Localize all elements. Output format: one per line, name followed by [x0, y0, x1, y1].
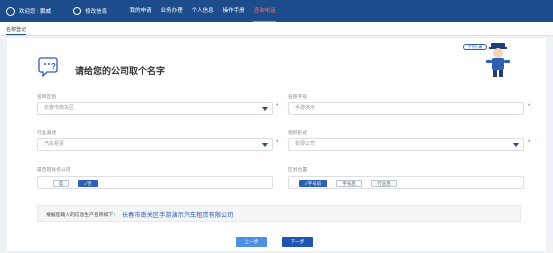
breadcrumb-bar: 名称登记 [0, 22, 553, 36]
trade-name-value: 手游演示 [295, 105, 316, 111]
required-mark: * [528, 104, 531, 110]
name-registration-card: ? 请给您的公司取个名字 干货小编 名称区划 长春市南关区 * 名称字号 手游演… [7, 38, 546, 251]
chevron-down-icon [262, 143, 268, 147]
edit-info-link[interactable]: 修改信息 [73, 7, 107, 15]
edit-info-text: 修改信息 [85, 9, 108, 15]
region-select[interactable]: 长春市南关区 [37, 102, 273, 115]
page-title: 请给您的公司取个名字 [75, 66, 166, 76]
police-mascot-icon [486, 43, 510, 77]
prev-step-button[interactable]: 上一步 [236, 237, 267, 247]
generated-company-name: 长春市南关区手游演示汽车租赁有限公司 [122, 212, 234, 219]
province-label: 是否冠省名公司 [37, 168, 71, 173]
nav-my-applications[interactable]: 我的申请 [125, 0, 156, 22]
required-mark: * [276, 104, 279, 110]
question-chat-icon: ? [38, 57, 58, 77]
trade-name-label: 名称字号 [288, 95, 308, 100]
province-no-button[interactable]: ✓否 [78, 179, 98, 187]
industry-value: 汽车租赁 [44, 141, 65, 147]
org-form-value: 有限公司 [295, 141, 316, 147]
chevron-down-icon [513, 143, 519, 147]
nav-links: 我的申请 业务办理 个人信息 操作手册 咨询电话 [125, 0, 280, 22]
position-industry-button[interactable]: 行业后 [371, 179, 397, 187]
nav-hotline[interactable]: 咨询电话 [249, 0, 280, 22]
nav-personal-info[interactable]: 个人信息 [187, 0, 218, 22]
edit-icon [73, 7, 82, 15]
nav-manual[interactable]: 操作手册 [218, 0, 249, 22]
position-label: 区划位置 [288, 168, 308, 173]
user-greeting-text: 欢迎您 : 鹏威 [19, 9, 52, 15]
top-nav: 欢迎您 : 鹏威 修改信息 我的申请 业务办理 个人信息 操作手册 咨询电话 [0, 0, 553, 22]
breadcrumb[interactable]: 名称登记 [6, 26, 26, 33]
nav-business[interactable]: 业务办理 [156, 0, 187, 22]
position-before-button[interactable]: ✓字号前 [299, 179, 327, 187]
position-after-button[interactable]: 字号后 [336, 179, 362, 187]
trade-name-input[interactable]: 手游演示 [288, 102, 524, 115]
next-step-button[interactable]: 下一步 [282, 237, 313, 247]
generated-name-notice: 根据您输入的信息生产名称如下： 长春市南关区手游演示汽车租赁有限公司 [37, 205, 521, 222]
province-yes-button[interactable]: 是 [53, 179, 69, 187]
user-icon [6, 6, 15, 16]
position-toggle: ✓字号前 字号后 行业后 [288, 176, 524, 189]
required-mark: * [276, 140, 279, 146]
industry-select[interactable]: 汽车租赁 [37, 138, 273, 151]
user-greeting: 欢迎您 : 鹏威 [6, 6, 52, 16]
region-value: 长春市南关区 [44, 105, 75, 111]
industry-label: 行业表述 [37, 131, 57, 136]
svg-text:?: ? [51, 62, 56, 71]
org-form-label: 组织形式 [288, 131, 308, 136]
province-toggle: 是 ✓否 [37, 176, 273, 189]
chevron-down-icon [262, 107, 268, 111]
breadcrumb-underline [6, 34, 26, 35]
org-form-select[interactable]: 有限公司 [288, 138, 524, 151]
region-label: 名称区划 [37, 95, 57, 100]
required-mark: * [528, 140, 531, 146]
notice-label: 根据您输入的信息生产名称如下： [46, 213, 118, 218]
